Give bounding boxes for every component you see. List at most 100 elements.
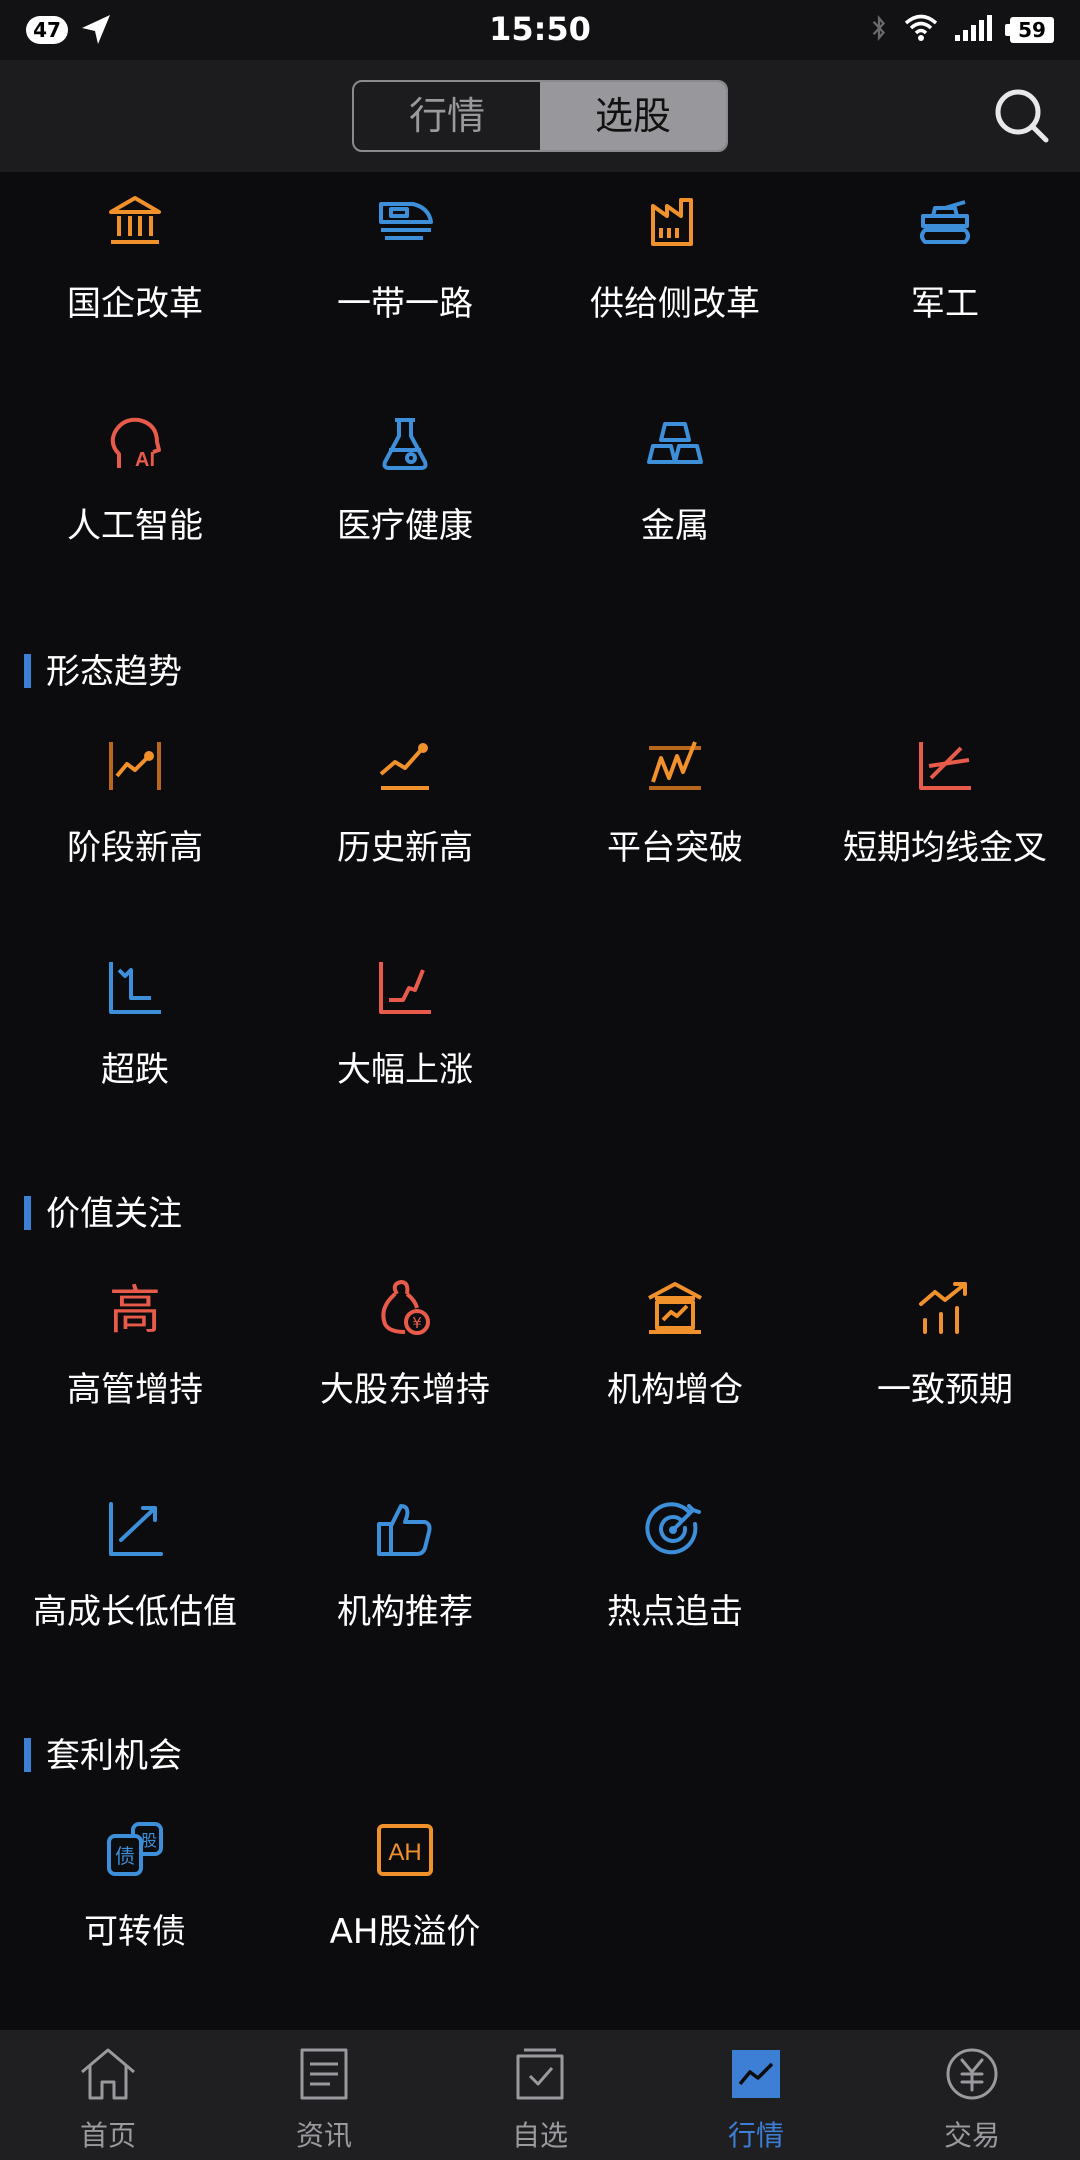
gao-character-icon: 高 bbox=[105, 1278, 165, 1341]
grid-item-institution-recommend[interactable]: 机构推荐 bbox=[270, 1480, 540, 1680]
growth-arrow-icon bbox=[105, 1500, 165, 1560]
grid-item-label: 人工智能 bbox=[67, 506, 203, 546]
svg-text:AI: AI bbox=[135, 449, 155, 471]
grid-item-sharp-rise[interactable]: 大幅上涨 bbox=[270, 938, 540, 1138]
history-high-chart-icon bbox=[375, 736, 435, 796]
tab-label: 自选 bbox=[511, 2119, 568, 2152]
section-title: 形态趋势 bbox=[24, 652, 182, 692]
sharp-rise-chart-icon bbox=[375, 958, 435, 1018]
grid-item-stage-high[interactable]: 阶段新高 bbox=[0, 716, 270, 916]
news-icon bbox=[294, 2044, 354, 2104]
grid-item-label: 军工 bbox=[911, 284, 979, 324]
grid-item-label: 金属 bbox=[641, 506, 709, 546]
convertible-bond-icon: 股债 bbox=[105, 1820, 165, 1880]
svg-text:股: 股 bbox=[141, 1831, 157, 1850]
grid-item-healthcare[interactable]: 医疗健康 bbox=[270, 394, 540, 594]
bank-building-icon bbox=[105, 192, 165, 252]
svg-text:AH: AH bbox=[388, 1839, 421, 1866]
section-title: 价值关注 bbox=[24, 1194, 182, 1234]
grid-item-label: 大幅上涨 bbox=[337, 1050, 473, 1090]
thumbs-up-icon bbox=[375, 1500, 435, 1560]
tab-label: 首页 bbox=[79, 2119, 136, 2152]
search-icon[interactable] bbox=[992, 86, 1052, 146]
grid-item-metals[interactable]: 金属 bbox=[540, 394, 810, 594]
grid-item-label: 历史新高 bbox=[337, 828, 473, 868]
grid-item-label: 热点追击 bbox=[607, 1592, 743, 1632]
rising-bars-icon bbox=[915, 1278, 975, 1338]
tank-icon bbox=[915, 192, 975, 252]
money-bag-icon: ¥ bbox=[375, 1278, 435, 1338]
grid-item-label: 短期均线金叉 bbox=[843, 828, 1047, 868]
grid-item-label: 国企改革 bbox=[67, 284, 203, 324]
platform-breakout-icon bbox=[645, 736, 705, 796]
grid-item-ah-premium[interactable]: AH AH股溢价 bbox=[270, 1800, 540, 2000]
market-chart-icon bbox=[726, 2044, 786, 2104]
bluetooth-icon bbox=[870, 13, 888, 47]
grid-item-major-shareholder-buying[interactable]: ¥ 大股东增持 bbox=[270, 1258, 540, 1458]
grid-item-label: 阶段新高 bbox=[67, 828, 203, 868]
signal-icon bbox=[954, 14, 994, 46]
tab-watchlist[interactable]: 自选 bbox=[432, 2030, 648, 2160]
grid-item-military[interactable]: 军工 bbox=[810, 172, 1080, 372]
grid-item-supply-side-reform[interactable]: 供给侧改革 bbox=[540, 172, 810, 372]
golden-cross-icon bbox=[915, 736, 975, 796]
grid-item-belt-road[interactable]: 一带一路 bbox=[270, 172, 540, 372]
oversold-chart-icon bbox=[105, 958, 165, 1018]
grid-item-convertible-bond[interactable]: 股债 可转债 bbox=[0, 1800, 270, 2000]
grid-item-consensus-expectation[interactable]: 一致预期 bbox=[810, 1258, 1080, 1458]
grid-item-label: 平台突破 bbox=[607, 828, 743, 868]
section-title: 套利机会 bbox=[24, 1736, 182, 1776]
grid-item-state-owned-reform[interactable]: 国企改革 bbox=[0, 172, 270, 372]
flask-icon bbox=[375, 414, 435, 474]
tab-home[interactable]: 首页 bbox=[0, 2030, 216, 2160]
svg-text:债: 债 bbox=[115, 1844, 135, 1868]
grid-item-label: 高管增持 bbox=[67, 1370, 203, 1410]
gold-bars-icon bbox=[645, 414, 705, 474]
grid-item-history-high[interactable]: 历史新高 bbox=[270, 716, 540, 916]
tab-news[interactable]: 资讯 bbox=[216, 2030, 432, 2160]
grid-item-executive-buying[interactable]: 高 高管增持 bbox=[0, 1258, 270, 1458]
grid-item-ai[interactable]: AI 人工智能 bbox=[0, 394, 270, 594]
tab-label: 行情 bbox=[727, 2119, 784, 2152]
target-icon bbox=[645, 1500, 705, 1560]
tab-stock-picker[interactable]: 选股 bbox=[540, 82, 726, 150]
grid-item-label: 机构增仓 bbox=[607, 1370, 743, 1410]
grid-item-label: 一带一路 bbox=[337, 284, 473, 324]
tab-market[interactable]: 行情 bbox=[354, 82, 540, 150]
wifi-icon bbox=[904, 14, 938, 46]
home-icon bbox=[78, 2044, 138, 2104]
grid-item-label: 大股东增持 bbox=[320, 1370, 490, 1410]
grid-item-oversold[interactable]: 超跌 bbox=[0, 938, 270, 1138]
tab-label: 交易 bbox=[943, 2119, 1000, 2152]
segmented-control: 行情 选股 bbox=[352, 80, 728, 152]
stock-picker-content: 国企改革 一带一路 供给侧改革 军工 AI 人工智能 医疗健康 金属 形态趋势 … bbox=[0, 172, 1080, 2030]
bottom-tab-bar: 首页 资讯 自选 行情 交易 bbox=[0, 2030, 1080, 2160]
institution-chart-icon bbox=[645, 1278, 705, 1338]
tab-label: 资讯 bbox=[295, 2119, 352, 2152]
tab-market-active[interactable]: 行情 bbox=[648, 2030, 864, 2160]
grid-item-label: AH股溢价 bbox=[329, 1912, 481, 1952]
svg-text:¥: ¥ bbox=[412, 1314, 422, 1332]
ai-head-icon: AI bbox=[105, 414, 165, 474]
grid-item-label: 供给侧改革 bbox=[590, 284, 760, 324]
tab-trade[interactable]: 交易 bbox=[864, 2030, 1080, 2160]
grid-item-label: 高成长低估值 bbox=[33, 1592, 237, 1632]
ah-premium-icon: AH bbox=[375, 1820, 435, 1880]
top-header: 行情 选股 bbox=[0, 60, 1080, 172]
status-bar: 47 15:50 59 bbox=[0, 0, 1080, 60]
stage-high-chart-icon bbox=[105, 736, 165, 796]
grid-item-platform-breakout[interactable]: 平台突破 bbox=[540, 716, 810, 916]
grid-item-label: 机构推荐 bbox=[337, 1592, 473, 1632]
yuan-icon bbox=[942, 2044, 1002, 2104]
grid-item-hotspot-chase[interactable]: 热点追击 bbox=[540, 1480, 810, 1680]
grid-item-growth-low-valuation[interactable]: 高成长低估值 bbox=[0, 1480, 270, 1680]
battery-icon: 59 bbox=[1005, 17, 1054, 43]
grid-item-label: 超跌 bbox=[101, 1050, 169, 1090]
factory-icon bbox=[645, 192, 705, 252]
grid-item-institution-increase[interactable]: 机构增仓 bbox=[540, 1258, 810, 1458]
watchlist-icon bbox=[510, 2044, 570, 2104]
grid-item-label: 可转债 bbox=[84, 1912, 186, 1952]
svg-text:高: 高 bbox=[109, 1281, 161, 1338]
grid-item-golden-cross[interactable]: 短期均线金叉 bbox=[810, 716, 1080, 916]
grid-item-label: 医疗健康 bbox=[337, 506, 473, 546]
